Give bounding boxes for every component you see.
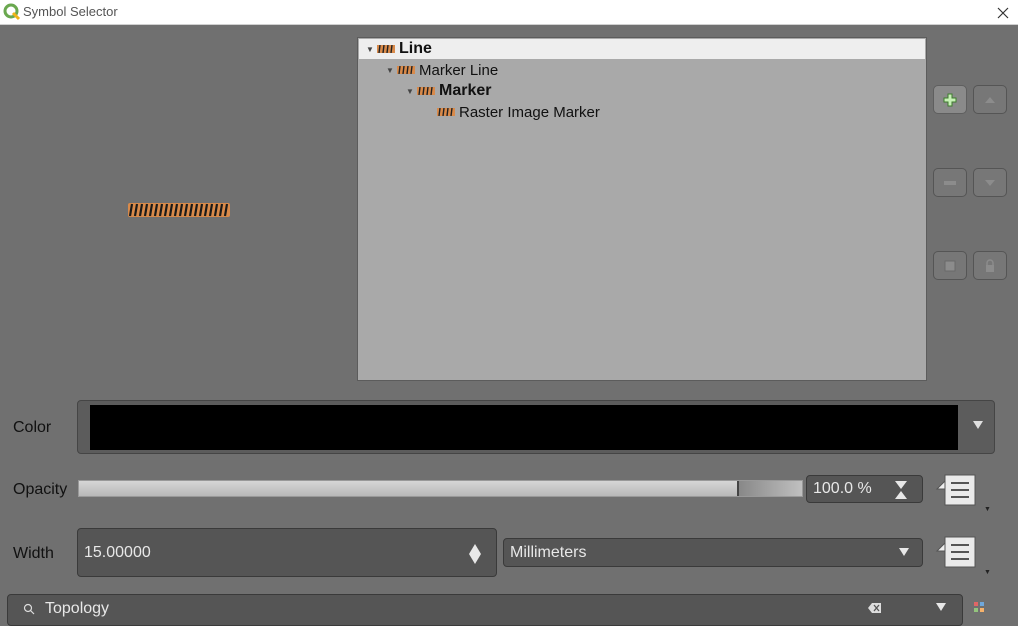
tree-item-label: Line — [399, 40, 432, 57]
unit-select[interactable]: Millimeters — [503, 538, 923, 567]
raster-image-marker-icon — [437, 108, 455, 116]
spin-arrows-icon[interactable] — [894, 480, 908, 500]
chevron-down-icon[interactable] — [935, 602, 947, 612]
dropdown-arrow-icon[interactable]: ▼ — [984, 506, 991, 513]
data-defined-icon — [935, 536, 976, 568]
color-button[interactable] — [77, 400, 995, 454]
move-down-button[interactable] — [973, 168, 1007, 197]
remove-layer-icon — [944, 180, 956, 185]
symbol-search-input[interactable]: Topology — [7, 594, 963, 626]
color-swatch — [90, 405, 958, 450]
tree-item-line[interactable]: ▼ Line — [359, 39, 925, 59]
search-icon — [23, 603, 35, 615]
width-value: 15.00000 — [84, 543, 151, 561]
lock-layer-button[interactable] — [973, 251, 1007, 280]
add-layer-icon — [943, 93, 957, 106]
dropdown-arrow-icon[interactable]: ▼ — [984, 569, 991, 576]
data-defined-icon — [935, 474, 976, 506]
opacity-slider[interactable] — [78, 480, 803, 497]
symbol-layer-tree[interactable]: ▼ Line ▼ Marker Line ▼ Marker Raster Ima… — [357, 37, 927, 381]
expand-arrow-icon[interactable]: ▼ — [365, 45, 375, 54]
data-defined-override-button[interactable] — [935, 473, 981, 507]
opacity-label: Opacity — [13, 481, 68, 498]
opacity-value: 100.0 % — [813, 480, 872, 497]
opacity-slider-fill — [79, 481, 737, 496]
opacity-slider-rest — [739, 481, 802, 496]
search-value: Topology — [45, 600, 110, 617]
tree-item-label: Marker Line — [419, 61, 499, 79]
move-down-icon — [985, 179, 995, 186]
unit-value: Millimeters — [510, 543, 587, 561]
symbol-preview — [128, 203, 230, 217]
tree-item-label: Marker — [439, 82, 492, 99]
close-icon — [997, 7, 1009, 18]
marker-line-symbol-icon — [397, 66, 415, 74]
clear-input-icon[interactable] — [868, 602, 882, 614]
close-button[interactable] — [988, 0, 1018, 25]
window-title: Symbol Selector — [23, 4, 118, 19]
lock-icon — [986, 258, 994, 272]
spin-arrows-icon[interactable] — [468, 543, 482, 565]
chevron-down-icon — [973, 421, 983, 429]
move-up-button[interactable] — [973, 85, 1007, 114]
qgis-logo-icon — [3, 3, 21, 21]
expand-arrow-icon[interactable]: ▼ — [385, 66, 395, 75]
opacity-spinbox[interactable]: 100.0 % — [806, 475, 923, 503]
tree-item-raster-image-marker[interactable]: Raster Image Marker — [359, 102, 925, 122]
duplicate-layer-icon — [944, 260, 956, 271]
style-manager-button[interactable] — [972, 598, 992, 618]
chevron-down-icon — [899, 548, 909, 556]
marker-symbol-icon — [417, 87, 435, 95]
move-up-icon — [985, 96, 995, 103]
tree-item-marker-line[interactable]: ▼ Marker Line — [359, 60, 925, 80]
tree-item-label: Raster Image Marker — [459, 103, 600, 121]
remove-symbol-layer-button[interactable] — [933, 168, 967, 197]
line-symbol-icon — [377, 45, 395, 53]
expand-arrow-icon[interactable]: ▼ — [405, 87, 415, 96]
width-spinbox[interactable]: 15.00000 — [77, 528, 497, 577]
color-label: Color — [13, 419, 52, 436]
tree-item-marker[interactable]: ▼ Marker — [359, 81, 925, 101]
title-bar: Symbol Selector — [0, 0, 1018, 25]
width-label: Width — [13, 545, 54, 562]
data-defined-override-button[interactable] — [935, 535, 981, 569]
duplicate-symbol-layer-button[interactable] — [933, 251, 967, 280]
style-manager-icon — [974, 602, 984, 612]
add-symbol-layer-button[interactable] — [933, 85, 967, 114]
